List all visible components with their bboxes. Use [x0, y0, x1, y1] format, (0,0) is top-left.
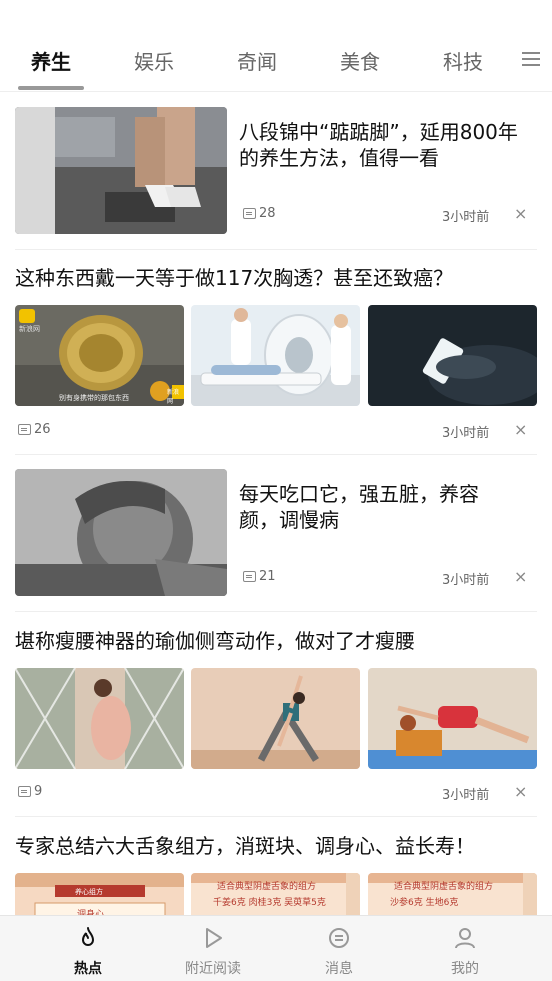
comment-count-value: 9 — [34, 784, 43, 799]
image-badge: 新浪网 — [167, 389, 180, 405]
tab-tech[interactable]: 科技 — [443, 46, 483, 75]
publish-time: 3小时前 — [442, 210, 490, 225]
tab-oddities[interactable]: 奇闻 — [237, 46, 277, 75]
news-feed[interactable]: 八段锦中“踮踮脚”，延用800年 的养生方法，值得一看 28 3小时前 × 这种… — [0, 92, 552, 915]
nav-label: 热点 — [74, 961, 102, 977]
tab-food[interactable]: 美食 — [340, 46, 380, 75]
tab-entertainment[interactable]: 娱乐 — [134, 46, 174, 75]
category-tab-bar: 养生 娱乐 奇闻 美食 科技 — [0, 0, 552, 92]
comment-count: 21 — [243, 569, 276, 584]
article-image-herbal-card-2[interactable]: 适合典型阴虚舌象的组方 千姜6克 肉桂3克 吴萸草5克 — [191, 873, 360, 915]
tab-health[interactable]: 养生 — [31, 46, 71, 75]
nav-label: 我的 — [451, 961, 479, 977]
flame-icon — [81, 927, 95, 946]
article-image-ct-scanner[interactable] — [191, 305, 360, 406]
card-subtitle: 千姜6克 肉桂3克 吴萸草5克 — [213, 898, 326, 908]
dismiss-close-icon[interactable]: × — [514, 782, 527, 801]
publish-time: 3小时前 — [442, 426, 490, 441]
divider — [15, 249, 537, 250]
article-image-yoga-triangle[interactable] — [191, 668, 360, 769]
nav-messages[interactable]: 消息 — [270, 916, 408, 981]
article-image-herbal-card-3[interactable]: 适合典型阴虚舌象的组方 沙参6克 生地6克 — [368, 873, 537, 915]
comment-count: 26 — [18, 422, 51, 437]
card-title: 养心组方 — [75, 888, 103, 896]
comment-count: 9 — [18, 784, 42, 799]
message-icon — [329, 928, 349, 948]
article-title[interactable]: 堪称瘦腰神器的瑜伽侧弯动作，做对了才瘦腰 — [15, 628, 415, 654]
nav-profile[interactable]: 我的 — [396, 916, 534, 981]
publish-time: 3小时前 — [442, 573, 490, 588]
divider — [15, 454, 537, 455]
nav-label: 附近阅读 — [185, 961, 241, 977]
article-title-line2[interactable]: 颜，调慢病 — [239, 507, 339, 533]
article-image-yoga-chair[interactable] — [368, 668, 537, 769]
dismiss-close-icon[interactable]: × — [514, 420, 527, 439]
bottom-navigation: 热点 附近阅读 消息 我的 — [0, 915, 552, 981]
article-title[interactable]: 这种东西戴一天等于做117次胸透？甚至还致癌？ — [15, 265, 453, 291]
article-title-line1[interactable]: 每天吃口它，强五脏，养容 — [239, 481, 479, 507]
comment-icon — [243, 571, 256, 582]
active-tab-indicator — [18, 86, 84, 90]
card-subtitle: 沙参6克 生地6克 — [390, 898, 459, 908]
card-subtitle: 调身心 — [77, 910, 105, 915]
article-thumbnail-headache[interactable] — [15, 469, 227, 596]
article-title-line1[interactable]: 八段锦中“踮踮脚”，延用800年 — [239, 119, 518, 145]
comment-count-value: 21 — [259, 569, 276, 584]
divider — [15, 816, 537, 817]
dismiss-close-icon[interactable]: × — [514, 567, 527, 586]
article-thumbnail-calf-raise[interactable] — [15, 107, 227, 234]
menu-icon[interactable] — [522, 52, 540, 66]
publish-time: 3小时前 — [442, 788, 490, 803]
card-title: 适合典型阴虚舌象的组方 — [217, 882, 317, 892]
article-title[interactable]: 专家总结六大舌象组方，消斑块、调身心、益长寿！ — [15, 833, 475, 859]
article-image-herbal-card-1[interactable]: 养心组方 调身心 — [15, 873, 184, 915]
divider — [15, 611, 537, 612]
article-title-line2[interactable]: 的养生方法，值得一看 — [239, 145, 439, 171]
play-icon — [206, 928, 222, 948]
card-title: 适合典型阴虚舌象的组方 — [394, 882, 494, 892]
article-image-phone-dark[interactable] — [368, 305, 537, 406]
article-image-gold-plate[interactable]: 新浪网 别有身携带的那包东西 新浪网 — [15, 305, 184, 406]
article-image-yoga-gate[interactable] — [15, 668, 184, 769]
nav-label: 消息 — [325, 961, 353, 977]
comment-icon — [243, 208, 256, 219]
comment-count-value: 28 — [259, 206, 276, 221]
user-icon — [455, 928, 475, 949]
comment-count: 28 — [243, 206, 276, 221]
dismiss-close-icon[interactable]: × — [514, 204, 527, 223]
image-caption: 别有身携带的那包东西 — [59, 394, 129, 402]
nav-nearby-reading[interactable]: 附近阅读 — [144, 916, 282, 981]
nav-hot[interactable]: 热点 — [19, 916, 157, 981]
image-source-logo: 新浪网 — [19, 325, 40, 333]
comment-count-value: 26 — [34, 422, 51, 437]
comment-icon — [18, 786, 31, 797]
comment-icon — [18, 424, 31, 435]
